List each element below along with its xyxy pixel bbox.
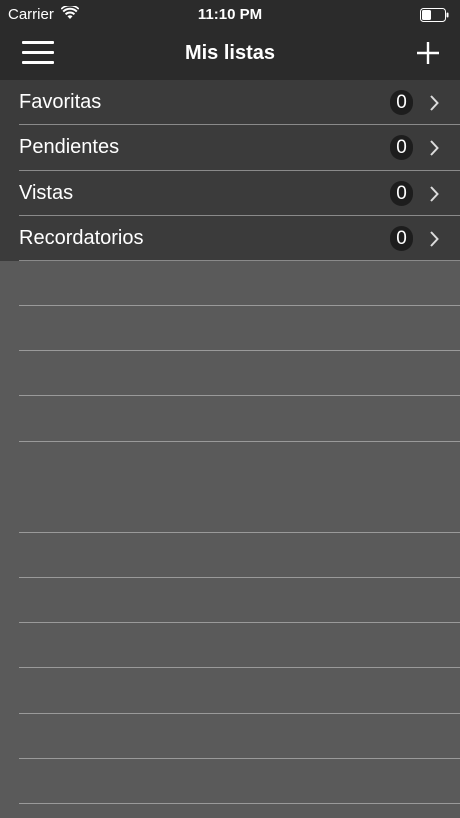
lists-table: Favoritas 0 Pendientes 0 Vistas 0 Record…: [0, 80, 460, 262]
empty-row-separator: [19, 758, 460, 759]
chevron-right-icon: [430, 95, 439, 111]
empty-list-area: [0, 261, 460, 818]
empty-row-separator: [19, 622, 460, 623]
count-badge: 0: [390, 180, 413, 206]
list-row-recordatorios[interactable]: Recordatorios 0: [0, 215, 460, 262]
list-row-favoritas[interactable]: Favoritas 0: [0, 80, 460, 126]
screen: Carrier 11:10 PM Mis listas Favoritas 0 …: [0, 0, 460, 818]
plus-icon: [417, 42, 439, 64]
empty-row-separator: [19, 803, 460, 804]
empty-row-separator: [19, 395, 460, 396]
add-list-button[interactable]: [416, 41, 440, 65]
empty-row-separator: [19, 667, 460, 668]
count-badge: 0: [390, 90, 413, 115]
battery-icon: [420, 8, 449, 22]
list-row-label: Recordatorios: [19, 226, 144, 249]
empty-row-separator: [19, 713, 460, 714]
list-row-pendientes[interactable]: Pendientes 0: [0, 125, 460, 171]
chevron-right-icon: [430, 140, 439, 156]
count-badge: 0: [390, 225, 413, 251]
list-row-vistas[interactable]: Vistas 0: [0, 170, 460, 216]
navigation-bar: Mis listas: [0, 30, 460, 80]
empty-row-separator: [19, 350, 460, 351]
empty-row-separator: [19, 305, 460, 306]
list-row-label: Favoritas: [19, 91, 102, 113]
empty-row-separator: [19, 441, 460, 442]
list-row-label: Pendientes: [19, 136, 120, 159]
count-badge: 0: [390, 135, 413, 161]
empty-row-separator: [19, 577, 460, 578]
list-row-label: Vistas: [19, 181, 74, 204]
chevron-right-icon: [430, 185, 439, 202]
status-time: 11:10 PM: [197, 6, 263, 23]
menu-button[interactable]: [22, 41, 54, 65]
chevron-right-icon: [430, 231, 439, 247]
status-bar: Carrier 11:10 PM: [0, 0, 460, 30]
page-title: Mis listas: [184, 42, 276, 64]
empty-row-separator: [19, 532, 460, 533]
